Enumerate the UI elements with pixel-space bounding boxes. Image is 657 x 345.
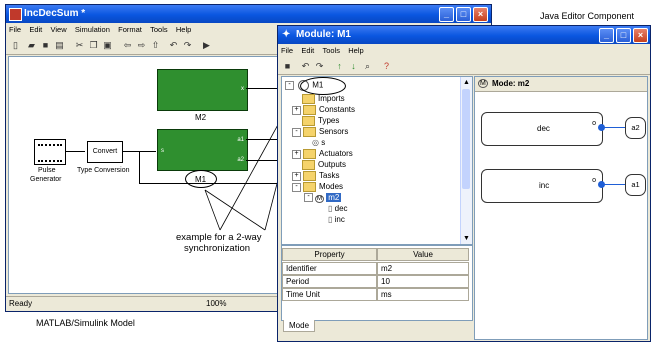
- tree-label-types: Types: [318, 116, 340, 126]
- collapse-icon[interactable]: -: [292, 127, 301, 137]
- dec-label: dec: [537, 124, 550, 133]
- folder-icon: [303, 105, 316, 115]
- tree-label-tasks: Tasks: [319, 171, 340, 181]
- a2-actuator[interactable]: a2: [625, 117, 646, 139]
- java-close-button[interactable]: ×: [633, 28, 648, 43]
- folder-icon: [303, 127, 316, 137]
- m1-tree-highlight-ellipse: [300, 77, 346, 95]
- property-name: Identifier: [282, 262, 377, 275]
- scroll-up-icon[interactable]: ▲: [461, 77, 472, 88]
- mode-icon: M: [315, 195, 324, 203]
- mode-panel-title: Mode: m2: [492, 79, 530, 88]
- java-toolbar: ■ ↶ ↷ ↑ ↓ ⌕ ?: [278, 58, 650, 75]
- expand-icon[interactable]: +: [292, 171, 301, 181]
- java-window-title: Module: M1: [296, 29, 351, 40]
- tree-label-modes: Modes: [319, 182, 344, 192]
- sensor-icon: ◎: [312, 138, 322, 147]
- tree-row-mode-m2[interactable]: -M m2: [304, 193, 342, 203]
- property-name: Period: [282, 275, 377, 288]
- tree-label-dec: dec: [334, 204, 348, 213]
- tree-row-sensors[interactable]: - Sensors: [292, 127, 348, 137]
- mode-icon: M: [478, 79, 488, 88]
- java-up-icon[interactable]: ↑: [334, 61, 345, 72]
- java-menu-tools[interactable]: Tools: [320, 45, 344, 57]
- property-grid: Property Value Identifier m2 Period 10 T…: [281, 245, 473, 321]
- collapse-icon[interactable]: -: [304, 193, 313, 203]
- java-redo-icon[interactable]: ↷: [314, 61, 325, 72]
- java-caption: Java Editor Component: [540, 11, 635, 21]
- inc-task-box[interactable]: inc o: [481, 169, 603, 203]
- java-save-icon[interactable]: ■: [282, 61, 293, 72]
- value-column-header: Value: [377, 248, 469, 261]
- tree-label-sensor-s: s: [321, 138, 326, 147]
- tree-row-types[interactable]: Types: [302, 116, 339, 126]
- property-name: Time Unit: [282, 288, 377, 301]
- java-undo-icon[interactable]: ↶: [300, 61, 311, 72]
- task-icon: ▯: [328, 215, 335, 224]
- dec-port-o: o: [592, 120, 596, 127]
- java-menu-edit[interactable]: Edit: [298, 45, 317, 57]
- scroll-thumb[interactable]: [462, 89, 470, 189]
- java-app-icon: ✦: [282, 29, 291, 40]
- tree-label-inc: inc: [334, 215, 345, 224]
- tree-row-inc[interactable]: ▯ inc: [328, 215, 345, 224]
- tree-label-sensors: Sensors: [319, 127, 349, 137]
- tree-row-sensor-s[interactable]: ◎ s: [312, 138, 325, 147]
- property-value-field[interactable]: ms: [377, 288, 469, 301]
- java-maximize-button[interactable]: □: [616, 28, 631, 43]
- expand-icon[interactable]: +: [292, 149, 301, 159]
- tree-label-imports: Imports: [318, 94, 345, 104]
- mode-panel-header: M Mode: m2: [475, 77, 647, 92]
- folder-icon: [303, 171, 316, 181]
- tree-row-modes[interactable]: - Modes: [292, 182, 343, 192]
- mode-diagram-panel[interactable]: M Mode: m2 dec o a2 inc o a1: [474, 76, 648, 340]
- tree-scrollbar[interactable]: ▲ ▼: [460, 77, 472, 244]
- property-value-field[interactable]: m2: [377, 262, 469, 275]
- dec-task-box[interactable]: dec o: [481, 112, 603, 146]
- tree-row-outputs[interactable]: Outputs: [302, 160, 346, 170]
- tree-row-dec[interactable]: ▯ dec: [328, 204, 348, 213]
- java-down-icon[interactable]: ↓: [348, 61, 359, 72]
- inc-port-o: o: [592, 177, 596, 184]
- folder-icon: [302, 116, 315, 126]
- task-icon: ▯: [328, 204, 335, 213]
- expand-icon[interactable]: +: [292, 105, 301, 115]
- folder-icon: [303, 149, 316, 159]
- collapse-icon[interactable]: -: [292, 182, 301, 192]
- tab-mode[interactable]: Mode: [283, 320, 316, 332]
- tree-label-mode-m2: m2: [326, 193, 342, 202]
- tree-row-imports[interactable]: Imports: [302, 94, 345, 104]
- tree-row-constants[interactable]: + Constants: [292, 105, 355, 115]
- inc-connector-dot: [598, 181, 605, 188]
- dec-connector-dot: [598, 124, 605, 131]
- java-minimize-button[interactable]: _: [599, 28, 614, 43]
- collapse-icon[interactable]: -: [285, 81, 294, 90]
- java-zoom-icon[interactable]: ⌕: [362, 61, 373, 72]
- java-menu-help[interactable]: Help: [345, 45, 366, 57]
- folder-icon: [302, 94, 315, 104]
- property-column-header: Property: [282, 248, 377, 261]
- scroll-down-icon[interactable]: ▼: [461, 233, 472, 244]
- property-value-field[interactable]: 10: [377, 275, 469, 288]
- folder-icon: [303, 182, 316, 192]
- tree-label-outputs: Outputs: [318, 160, 347, 170]
- java-menu-file[interactable]: File: [278, 45, 296, 57]
- java-menubar: File Edit Tools Help: [278, 45, 650, 57]
- module-tree[interactable]: - M1 Imports + Constants Types - Sensors ◎…: [281, 76, 473, 245]
- a1-actuator[interactable]: a1: [625, 174, 646, 196]
- tree-label-constants: Constants: [319, 105, 356, 115]
- tree-label-actuators: Actuators: [319, 149, 353, 159]
- tree-row-tasks[interactable]: + Tasks: [292, 171, 339, 181]
- tree-row-actuators[interactable]: + Actuators: [292, 149, 353, 159]
- java-editor-window: ✦ Module: M1 _ □ × File Edit Tools Help …: [277, 25, 651, 342]
- folder-icon: [302, 160, 315, 170]
- java-help-icon[interactable]: ?: [381, 61, 392, 72]
- inc-label: inc: [539, 181, 550, 190]
- java-title-bar[interactable]: ✦ Module: M1 _ □ ×: [278, 26, 650, 44]
